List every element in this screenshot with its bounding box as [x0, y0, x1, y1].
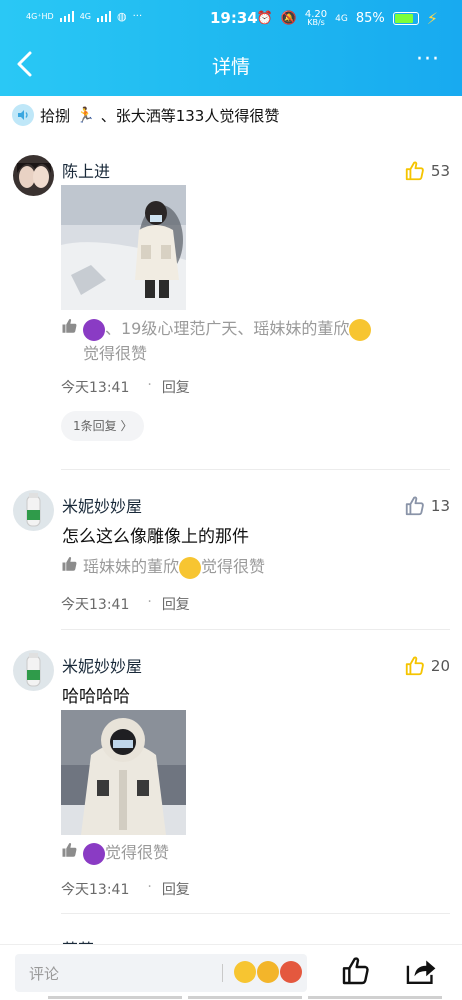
heart-eyes-emoji-icon — [349, 318, 372, 341]
like-post-button[interactable] — [340, 955, 372, 987]
speaker-icon — [12, 104, 34, 126]
like-button[interactable]: 53 — [404, 160, 450, 182]
battery-percent: 85% — [355, 11, 385, 26]
nav-bar: 详情 ··· — [0, 40, 462, 90]
comment-input[interactable]: 评论 — [15, 954, 307, 992]
thumbs-up-icon — [405, 496, 424, 516]
comment-item: 茜茜 — [0, 930, 462, 944]
status-left: 4G⁺HD 4G ◍ ··· — [26, 10, 142, 23]
thumbs-up-small-icon — [61, 841, 79, 866]
comment-meta: 今天13:41 · 回复 — [61, 377, 190, 397]
status-bar: 4G⁺HD 4G ◍ ··· 19:34 ⏰ 🔕 4.20 KB/s 4G 85%… — [0, 0, 462, 36]
liked-by-line[interactable]: 觉得很赞 — [61, 841, 169, 866]
comment-item: 米妮妙妙屋 13 怎么这么像雕像上的那件 瑶妹妹的董欣 觉得很赞 今天13:41 … — [0, 485, 462, 630]
view-replies-button[interactable]: 1条回复 〉 — [61, 411, 145, 441]
like-count: 20 — [430, 657, 450, 675]
comment-item: 陈上进 53 、19级心理范广天、瑶妹妹的董欣觉得很赞 今天13:41 · 回复… — [0, 150, 462, 470]
heart-eyes-emoji-icon — [179, 556, 202, 579]
comment-time: 今天13:41 — [61, 882, 130, 898]
grin-emoji-icon — [234, 961, 256, 983]
divider — [61, 469, 450, 470]
thumbs-up-small-icon — [61, 317, 79, 342]
liked-by-suffix: 觉得很赞 — [105, 843, 170, 862]
liked-by-names: 瑶妹妹的董欣 — [83, 557, 180, 576]
network-label: 4G⁺HD — [26, 11, 54, 21]
status-time: 19:34 — [210, 9, 258, 27]
comment-meta: 今天13:41 · 回复 — [61, 594, 190, 614]
meta-separator: · — [147, 879, 152, 895]
like-count: 13 — [430, 497, 450, 515]
wechat-icon: ◍ — [116, 10, 127, 23]
network-label-2: 4G — [79, 11, 91, 21]
more-notifications-icon: ··· — [132, 11, 143, 22]
comment-text: 怎么这么像雕像上的那件 — [62, 527, 249, 547]
runner-emoji-icon: 🏃 — [76, 106, 95, 124]
avatar[interactable] — [13, 490, 54, 531]
avatar[interactable] — [13, 650, 54, 691]
comment-placeholder: 评论 — [29, 965, 60, 983]
status-right: ⏰ 🔕 4.20 KB/s 4G 85% ⚡ — [257, 9, 438, 28]
like-button[interactable]: 13 — [404, 495, 450, 517]
signal-icon — [59, 11, 74, 22]
alarm-icon: ⏰ — [256, 11, 273, 26]
likes-summary[interactable]: 拾捌 🏃 、张大洒等133人觉得很赞 — [12, 104, 279, 126]
thumbs-up-icon — [342, 957, 369, 985]
comment-meta: 今天13:41 · 回复 — [61, 879, 190, 899]
commenter-name[interactable]: 米妮妙妙屋 — [62, 653, 142, 677]
battery-icon — [392, 12, 419, 25]
liked-by-line[interactable]: 瑶妹妹的董欣 觉得很赞 — [61, 555, 265, 580]
commenter-name[interactable]: 茜茜 — [62, 936, 94, 944]
share-button[interactable] — [404, 955, 440, 987]
gift-emoji-icon — [280, 961, 302, 983]
charging-icon: ⚡ — [426, 9, 438, 28]
more-menu-button[interactable]: ··· — [410, 47, 446, 78]
devil-emoji-icon — [83, 842, 105, 865]
commenter-name[interactable]: 陈上进 — [62, 158, 110, 182]
reply-button[interactable]: 回复 — [162, 377, 190, 397]
emoji-picker-button[interactable] — [234, 961, 302, 983]
home-indicator — [0, 996, 462, 1000]
liked-by-names: 、19级心理范广天、瑶妹妹的董欣 — [105, 319, 350, 338]
devil-emoji-icon — [83, 318, 105, 341]
comment-photo[interactable] — [61, 710, 186, 835]
signal-icon-2 — [96, 11, 111, 22]
reply-button[interactable]: 回复 — [162, 594, 190, 614]
like-button[interactable]: 20 — [404, 655, 450, 677]
liked-by-suffix: 觉得很赞 — [201, 557, 266, 576]
page-title: 详情 — [211, 56, 250, 78]
network-label-3: 4G — [335, 13, 348, 24]
laugh-emoji-icon — [257, 961, 279, 983]
meta-separator: · — [147, 594, 152, 610]
comment-time: 今天13:41 — [61, 597, 130, 613]
network-speed: 4.20 KB/s — [304, 8, 328, 27]
reply-button[interactable]: 回复 — [162, 879, 190, 899]
avatar[interactable] — [13, 155, 54, 196]
comment-text: 哈哈哈哈 — [62, 687, 130, 707]
thumbs-up-icon — [405, 656, 424, 676]
bottom-bar: 评论 — [0, 944, 462, 1000]
divider — [61, 913, 450, 914]
likes-summary-text: 、张大洒等133人觉得很赞 — [100, 106, 280, 125]
mute-icon: 🔕 — [280, 11, 297, 26]
input-separator — [222, 964, 223, 982]
liked-by-line[interactable]: 、19级心理范广天、瑶妹妹的董欣觉得很赞 — [61, 317, 431, 366]
thumbs-up-icon — [405, 161, 424, 181]
liked-by-suffix: 觉得很赞 — [83, 344, 148, 363]
comment-time: 今天13:41 — [61, 380, 130, 396]
commenter-name[interactable]: 米妮妙妙屋 — [62, 493, 142, 517]
comment-item: 米妮妙妙屋 20 哈哈哈哈 觉得很赞 今天13:41 · 回复 — [0, 645, 462, 915]
app-header: 4G⁺HD 4G ◍ ··· 19:34 ⏰ 🔕 4.20 KB/s 4G 85%… — [0, 0, 462, 96]
more-dots-icon: ··· — [416, 47, 440, 72]
share-icon — [406, 960, 436, 984]
like-count: 53 — [430, 162, 450, 180]
comment-photo[interactable] — [61, 185, 186, 310]
meta-separator: · — [147, 377, 152, 393]
likes-user-first[interactable]: 拾捌 — [40, 105, 70, 126]
divider — [61, 629, 450, 630]
thumbs-up-small-icon — [61, 555, 79, 580]
